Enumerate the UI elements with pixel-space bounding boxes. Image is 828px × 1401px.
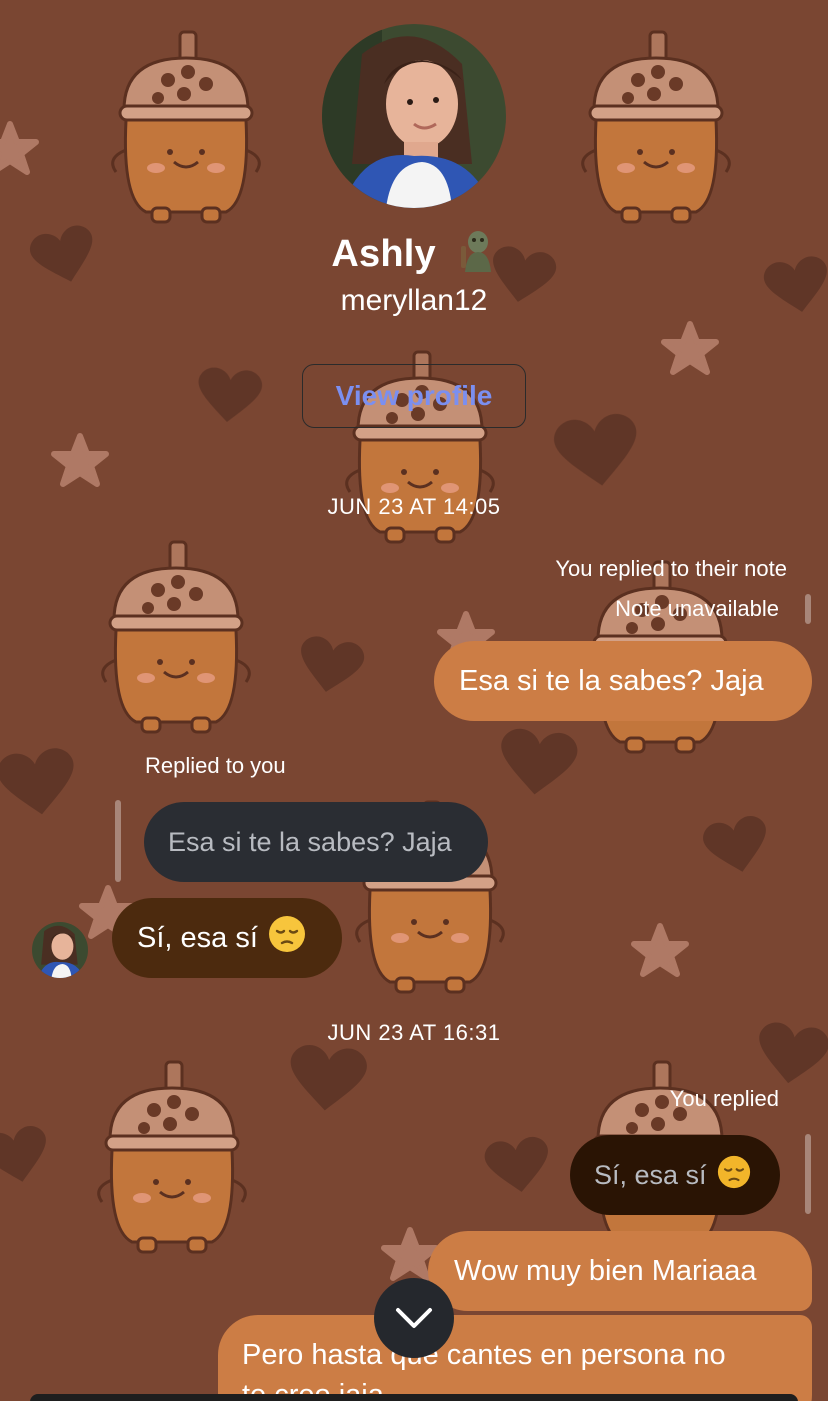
- quoted-text: Sí, esa sí: [594, 1159, 707, 1190]
- profile-avatar[interactable]: [322, 24, 506, 208]
- message-text-line: Pero hasta que cantes en persona no: [242, 1339, 726, 1371]
- timestamp: JUN 23 AT 16:31: [327, 1020, 501, 1045]
- quoted-message[interactable]: Esa si te la sabes? Jaja: [144, 802, 488, 882]
- profile-username: meryllan12: [340, 284, 488, 317]
- quoted-text: Esa si te la sabes? Jaja: [168, 826, 452, 857]
- composer-bar-edge: [30, 1394, 798, 1401]
- profile-name: Ashly: [0, 228, 828, 282]
- reply-indicator-bar: [805, 1134, 811, 1214]
- timestamp: JUN 23 AT 14:05: [327, 494, 501, 519]
- reply-context-label: You replied: [669, 1086, 779, 1111]
- reply-context-label: You replied to their note: [555, 556, 787, 581]
- incoming-message[interactable]: Sí, esa sí: [112, 898, 342, 978]
- chevron-down-icon: [396, 1308, 432, 1328]
- avatar-photo: [322, 24, 506, 208]
- reply-indicator-bar: [805, 594, 811, 624]
- sender-avatar[interactable]: [32, 922, 88, 978]
- message-text: Esa si te la sabes? Jaja: [459, 664, 764, 697]
- profile-name-text: Ashly: [331, 233, 436, 275]
- outgoing-message[interactable]: Esa si te la sabes? Jaja: [434, 641, 812, 721]
- message-text: Wow muy bien Mariaaa: [454, 1254, 757, 1287]
- message-text: Sí, esa sí: [137, 921, 258, 954]
- outgoing-message[interactable]: Wow muy bien Mariaaa: [428, 1231, 812, 1311]
- view-profile-button[interactable]: View profile: [302, 364, 526, 428]
- outgoing-message[interactable]: Pero hasta que cantes en persona no te c…: [218, 1315, 812, 1401]
- reply-context-label: Replied to you: [145, 753, 286, 778]
- scroll-to-bottom-button[interactable]: [374, 1278, 454, 1358]
- troll-emoji-icon: [459, 228, 497, 282]
- note-unavailable-label: Note unavailable: [615, 596, 779, 621]
- quoted-message[interactable]: Sí, esa sí: [570, 1135, 780, 1215]
- pensive-face-emoji-icon: [268, 915, 306, 961]
- avatar-photo: [32, 922, 88, 978]
- reply-indicator-bar: [115, 800, 121, 882]
- pensive-face-emoji-icon: [717, 1155, 751, 1196]
